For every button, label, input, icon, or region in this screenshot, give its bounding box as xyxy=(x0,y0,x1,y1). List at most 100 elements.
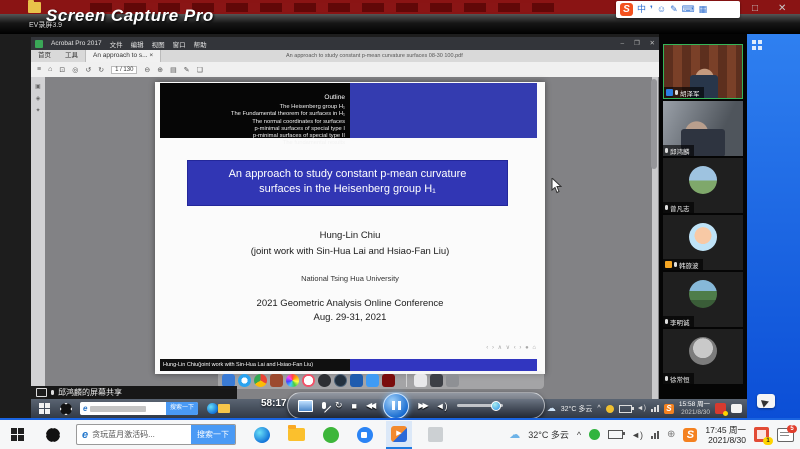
input-mode-icon[interactable]: 中 xyxy=(637,1,646,18)
message-icon[interactable]: 5 xyxy=(777,428,794,442)
desktop-widget-icon[interactable] xyxy=(752,40,762,50)
dock-icon-finder[interactable] xyxy=(222,374,235,387)
undo-icon[interactable]: ↺ xyxy=(85,66,91,74)
network-icon[interactable] xyxy=(651,431,659,439)
message-icon[interactable] xyxy=(731,404,742,413)
tab-home[interactable]: 首页 xyxy=(31,50,58,62)
dock-icon-utility[interactable] xyxy=(430,374,443,387)
dock-icon-acrobat[interactable] xyxy=(382,374,395,387)
weather-text[interactable]: 32°C 多云 xyxy=(561,404,593,414)
taskbar-search-box[interactable]: e 搜索一下 xyxy=(80,402,198,415)
inactive-app-icon[interactable] xyxy=(428,427,443,442)
volume-slider-knob[interactable] xyxy=(491,401,501,411)
close-button[interactable]: ✕ xyxy=(778,3,786,14)
taskbar-search-box[interactable]: e 贪玩蓝月激活码... 搜索一下 xyxy=(76,424,236,445)
dock-icon-music[interactable] xyxy=(302,374,315,387)
dock-icon-safari[interactable] xyxy=(238,374,251,387)
thumbnails-icon[interactable]: ▣ xyxy=(35,84,41,90)
folder-icon[interactable] xyxy=(28,2,41,13)
clock[interactable]: 17:45 周一 2021/8/30 xyxy=(705,425,746,445)
network-icon[interactable] xyxy=(651,405,659,412)
sogou-browser-icon[interactable] xyxy=(60,403,72,415)
dock-icon-chrome[interactable] xyxy=(254,374,267,387)
notification-icon[interactable]: 1 xyxy=(754,427,769,442)
menu-file[interactable]: 文件 xyxy=(110,39,123,49)
mic-mute-button[interactable] xyxy=(322,402,326,409)
handwriting-icon[interactable]: ✎ xyxy=(670,1,678,18)
tray-expand-icon[interactable]: ^ xyxy=(597,405,600,412)
page-view-icon[interactable]: ▤ xyxy=(170,66,177,74)
weather-text[interactable]: 32°C 多云 xyxy=(528,428,569,441)
scrollbar-thumb[interactable] xyxy=(651,79,657,169)
minimize-button[interactable]: □ xyxy=(752,3,758,14)
dock-icon-word[interactable] xyxy=(350,374,363,387)
print-icon[interactable]: ⊡ xyxy=(59,66,65,74)
redo-icon[interactable]: ↻ xyxy=(98,66,104,74)
keyboard-icon[interactable]: ⌨ xyxy=(682,1,695,18)
participant-tile[interactable]: 李明诚 xyxy=(663,272,743,327)
sogou-logo-icon[interactable]: S xyxy=(620,3,633,16)
dock-icon-app[interactable] xyxy=(270,374,283,387)
page-indicator[interactable]: 1 / 130 xyxy=(111,66,137,74)
acrobat-window-controls[interactable]: – ❐ ✕ xyxy=(620,39,659,47)
menu-edit[interactable]: 编辑 xyxy=(131,39,144,49)
notification-icon[interactable] xyxy=(715,403,726,414)
beamer-navigation-icons[interactable]: ‹ › ∧ ∨ ‹ › ● ⌂ xyxy=(486,344,537,351)
pause-button[interactable] xyxy=(383,393,409,419)
file-explorer-icon[interactable] xyxy=(218,404,230,413)
edge-icon[interactable] xyxy=(207,403,218,414)
floating-share-widget[interactable] xyxy=(757,394,775,408)
tencent-meeting-icon[interactable] xyxy=(357,427,373,443)
start-button[interactable] xyxy=(39,403,50,414)
bookmarks-icon[interactable]: ◈ xyxy=(36,96,41,102)
dock-icon-globe[interactable] xyxy=(334,374,347,387)
volume-icon[interactable]: ◄) xyxy=(436,401,448,411)
input-indicator-icon[interactable]: ⊕ xyxy=(667,429,675,440)
sogou-tray-icon[interactable]: S xyxy=(664,404,674,414)
participant-tile[interactable]: 韩旅波 xyxy=(663,215,743,270)
loop-button[interactable]: ↻ xyxy=(335,400,343,411)
participant-video-tile[interactable]: 胡泽军 xyxy=(663,44,743,99)
browser-360-icon[interactable] xyxy=(323,427,339,443)
rewind-button[interactable]: ◀◀ xyxy=(366,401,374,410)
zoom-in-icon[interactable]: ⊕ xyxy=(157,66,163,74)
emoji-icon[interactable]: ☺ xyxy=(657,1,666,18)
participant-video-tile[interactable]: 邱鸿麟 xyxy=(663,101,743,156)
volume-slider[interactable] xyxy=(457,404,503,407)
dock-icon-photos[interactable] xyxy=(286,374,299,387)
participant-tile[interactable]: 曾凡志 xyxy=(663,158,743,213)
menu-window[interactable]: 窗口 xyxy=(173,39,186,49)
file-explorer-icon[interactable] xyxy=(288,428,305,441)
snapshot-button[interactable] xyxy=(298,400,313,412)
tab-close-icon[interactable]: × xyxy=(149,52,153,59)
fast-forward-button[interactable]: ▶▶ xyxy=(418,401,426,410)
sogou-tray-icon[interactable]: S xyxy=(683,428,697,442)
tray-expand-icon[interactable]: ^ xyxy=(577,430,581,440)
participant-tile[interactable]: 徐常恒 xyxy=(663,329,743,384)
tab-tools[interactable]: 工具 xyxy=(58,50,85,62)
tab-document[interactable]: An approach to s... × xyxy=(85,50,161,62)
battery-icon[interactable] xyxy=(608,430,623,439)
menu-view[interactable]: 视图 xyxy=(152,39,165,49)
battery-icon[interactable] xyxy=(619,405,632,413)
tray-app-icon[interactable] xyxy=(606,405,614,413)
dock-icon-trash[interactable] xyxy=(446,374,459,387)
dock-icon-camera[interactable] xyxy=(318,374,331,387)
toolbox-icon[interactable]: ▦ xyxy=(699,1,708,18)
speaker-icon[interactable]: ◄) xyxy=(631,430,643,440)
scrollbar[interactable] xyxy=(652,77,658,399)
search-icon[interactable]: ◎ xyxy=(72,66,78,74)
punctuation-icon[interactable]: ❜ xyxy=(650,1,653,18)
menu-icon[interactable]: ≡ xyxy=(37,66,41,73)
start-button[interactable] xyxy=(11,428,24,441)
attachments-icon[interactable]: ✦ xyxy=(35,108,40,114)
stop-button[interactable]: ■ xyxy=(352,401,357,411)
edge-icon[interactable] xyxy=(254,427,270,443)
menu-help[interactable]: 帮助 xyxy=(194,39,207,49)
screen-capture-pro-icon[interactable]: ▶ xyxy=(391,426,407,442)
zoom-out-icon[interactable]: ⊖ xyxy=(144,66,150,74)
sogou-browser-icon[interactable] xyxy=(46,428,60,442)
comment-icon[interactable]: ❏ xyxy=(197,66,203,74)
dock-icon-notes[interactable] xyxy=(414,374,427,387)
dock-icon-meeting[interactable] xyxy=(366,374,379,387)
